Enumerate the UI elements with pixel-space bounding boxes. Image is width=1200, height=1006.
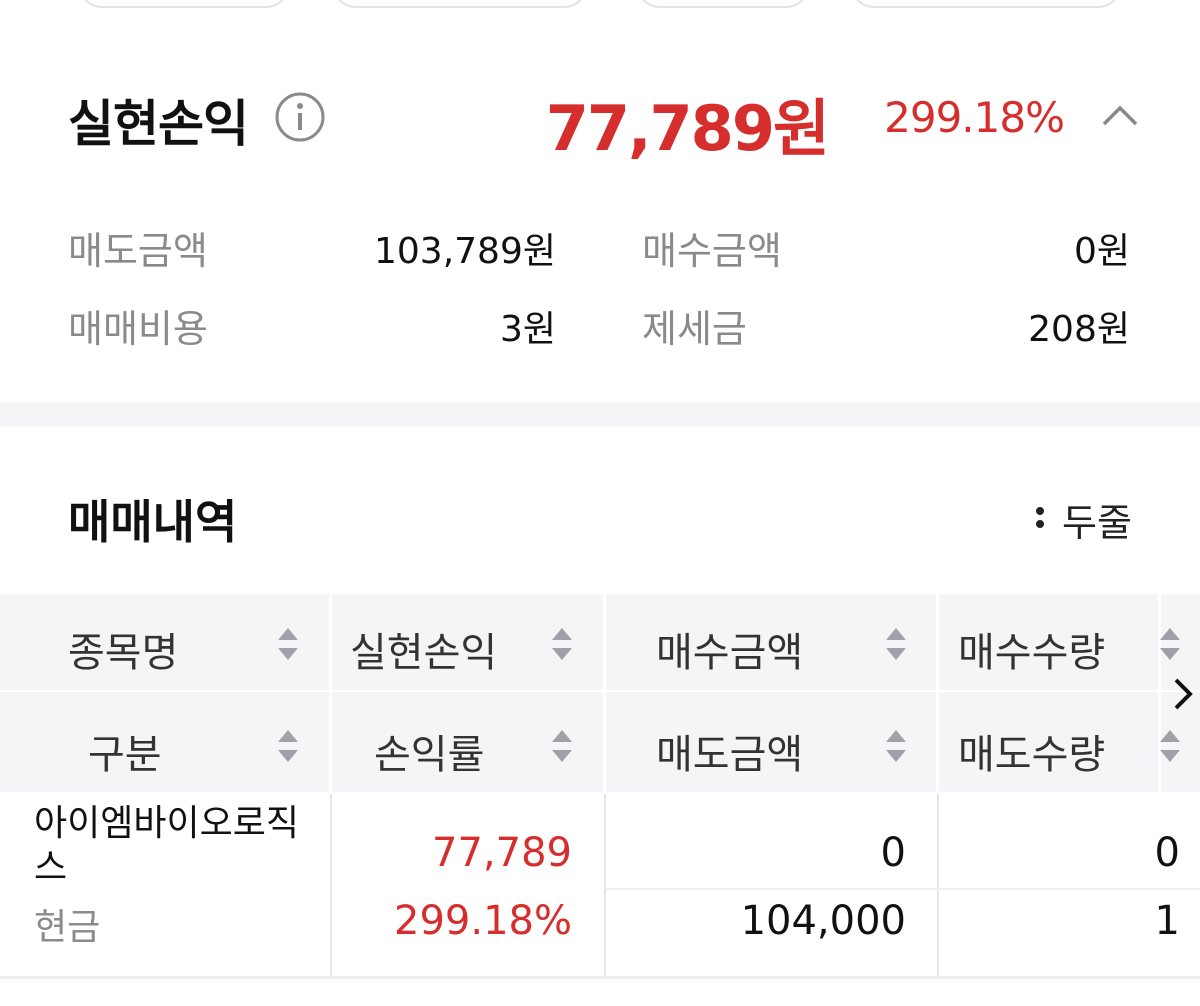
- filter-chip[interactable]: [850, 0, 1122, 8]
- stock-type: 현금: [34, 907, 101, 948]
- stock-name[interactable]: 아이엠바이오로직스: [34, 802, 314, 890]
- filter-chip[interactable]: [78, 0, 290, 8]
- sort-icon[interactable]: [276, 726, 300, 766]
- sell-amount-label: 매도금액: [68, 229, 208, 273]
- section-divider: [0, 402, 1200, 426]
- tax-label: 제세금: [642, 307, 747, 351]
- buy-amount-value: 0원: [1073, 231, 1130, 272]
- cell-sell-amount: 104,000: [740, 898, 906, 944]
- info-icon[interactable]: [274, 91, 326, 143]
- view-mode-toggle[interactable]: 두줄: [1062, 492, 1132, 547]
- filter-chip[interactable]: [332, 0, 588, 8]
- tax-value: 208원: [1028, 309, 1130, 350]
- row-divider: [0, 976, 1200, 979]
- th-realized-pl[interactable]: 실현손익: [350, 620, 497, 678]
- cell-buy-amount: 0: [880, 830, 906, 876]
- th-pl-rate[interactable]: 손익률: [374, 722, 484, 780]
- row-divider: [605, 888, 1200, 890]
- buy-amount-label: 매수금액: [642, 229, 782, 273]
- filter-chip[interactable]: [636, 0, 810, 8]
- th-sell-qty[interactable]: 매도수량: [958, 722, 1105, 780]
- th-sell-amount[interactable]: 매도금액: [656, 722, 803, 780]
- sort-icon[interactable]: [1158, 726, 1182, 766]
- realized-pl-title: 실현손익: [68, 95, 249, 153]
- realized-pl-rate: 299.18%: [884, 93, 1065, 142]
- sort-icon[interactable]: [884, 624, 908, 664]
- sell-amount-value: 103,789원: [374, 231, 556, 272]
- more-dots-icon[interactable]: [1034, 502, 1046, 532]
- cell-sell-qty: 1: [1154, 898, 1180, 944]
- th-type[interactable]: 구분: [88, 722, 162, 780]
- column-divider: [604, 794, 606, 976]
- trade-cost-label: 매매비용: [68, 307, 208, 351]
- column-divider: [330, 794, 332, 976]
- column-divider: [937, 794, 939, 976]
- chevron-up-icon[interactable]: [1100, 100, 1140, 130]
- th-buy-amount[interactable]: 매수금액: [656, 620, 803, 678]
- sort-icon[interactable]: [276, 624, 300, 664]
- th-stock-name[interactable]: 종목명: [68, 620, 178, 678]
- trade-cost-value: 3원: [499, 309, 556, 350]
- sort-icon[interactable]: [550, 624, 574, 664]
- cell-buy-qty: 0: [1154, 830, 1180, 876]
- chevron-right-icon[interactable]: [1170, 676, 1196, 712]
- cell-realized-pl: 77,789: [432, 830, 572, 876]
- trade-history-title: 매매내역: [68, 495, 238, 549]
- sort-icon[interactable]: [550, 726, 574, 766]
- cell-pl-rate: 299.18%: [394, 898, 572, 944]
- sort-icon[interactable]: [884, 726, 908, 766]
- realized-pl-amount: 77,789원: [545, 92, 830, 165]
- th-buy-qty[interactable]: 매수수량: [958, 620, 1105, 678]
- sort-icon[interactable]: [1158, 624, 1182, 664]
